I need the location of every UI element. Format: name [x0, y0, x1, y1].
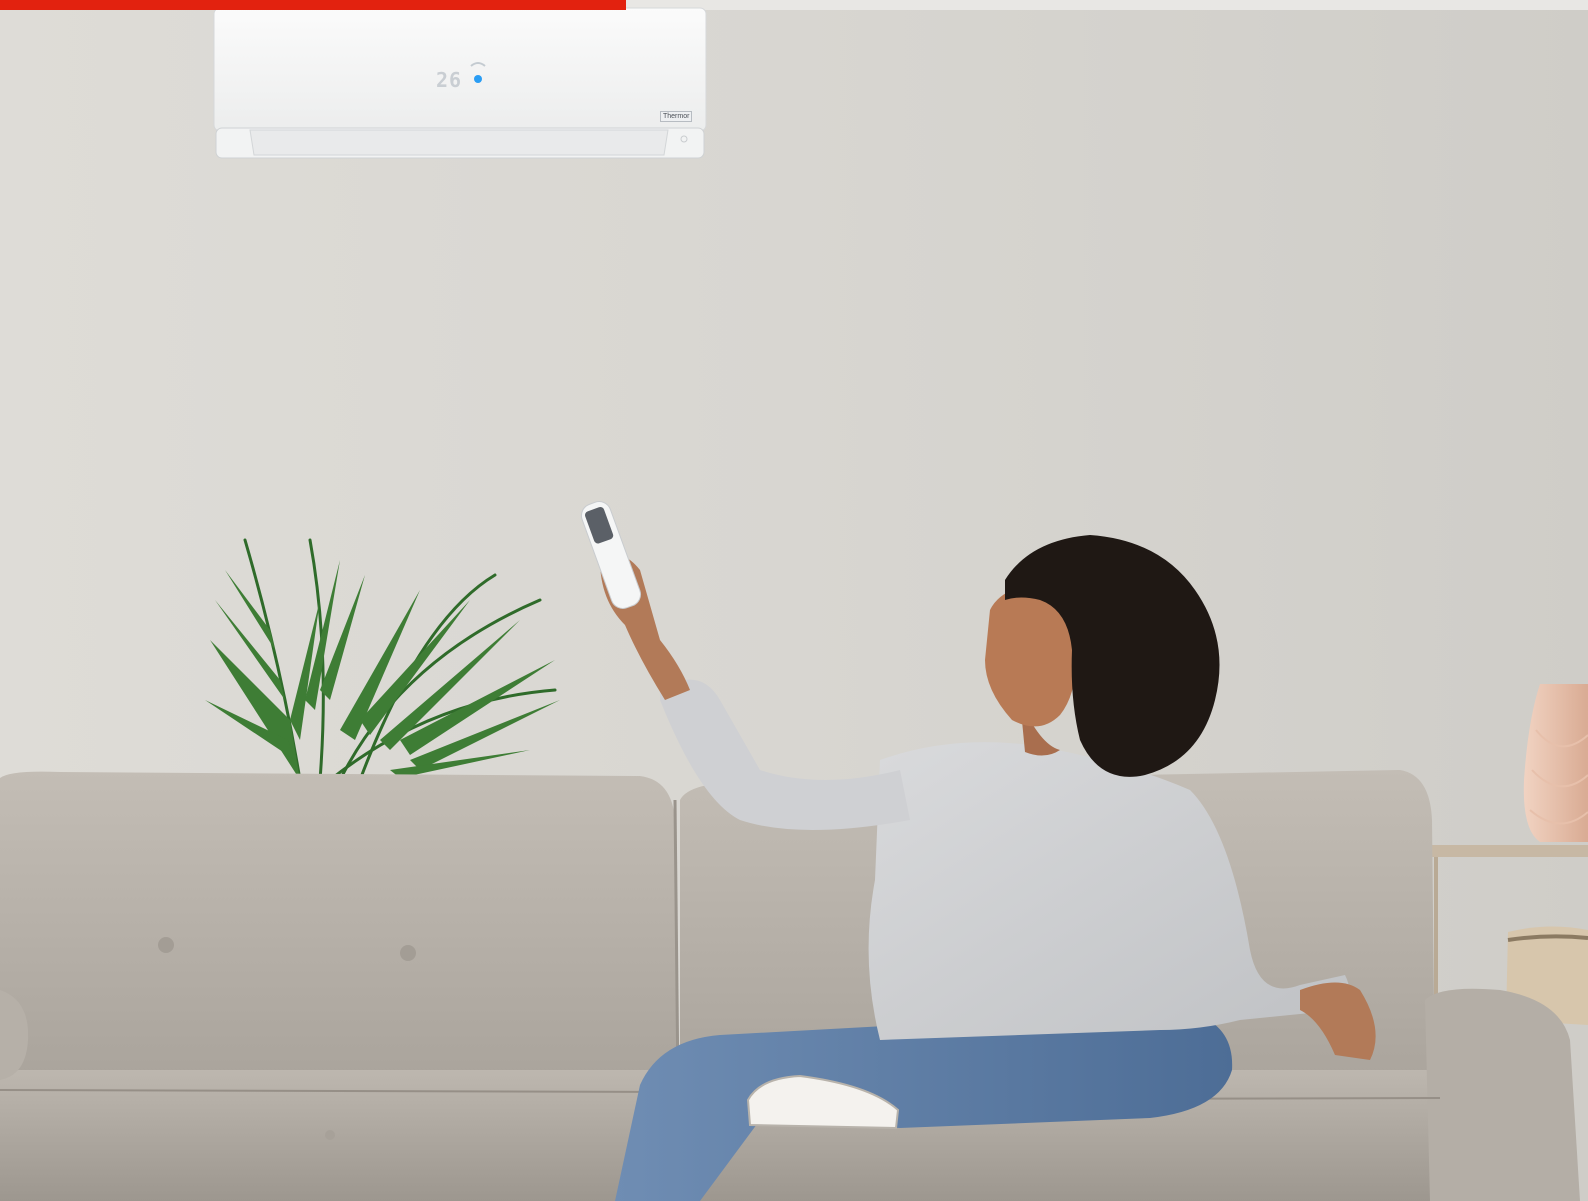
ceiling-edge: [626, 0, 1588, 10]
accent-bar: [0, 0, 626, 10]
living-room-scene: [0, 0, 1588, 1201]
ac-brand-label: Thermor: [660, 111, 693, 122]
ac-temperature-display: 26: [436, 68, 463, 92]
